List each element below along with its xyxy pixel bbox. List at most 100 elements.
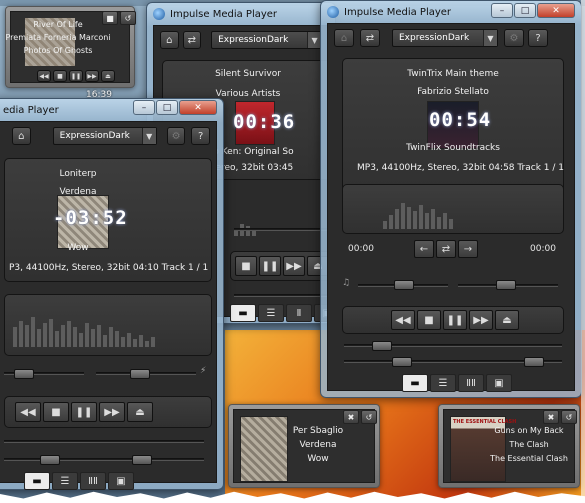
volume-knob[interactable] [496,280,516,290]
player-window-left[interactable]: edia Player – □ ✕ ⌂ ExpressionDark ▼ ⚙ ?… [0,98,224,490]
pause-button[interactable]: ❚❚ [443,310,467,330]
seek-track[interactable] [4,440,204,443]
stop-button[interactable]: ■ [235,256,257,276]
minimize-button[interactable]: – [133,100,155,115]
view-equalizer-button[interactable]: ⅡⅡ [80,472,106,490]
help-icon[interactable]: ? [528,29,548,47]
mini-line-1: River Of Life [33,20,83,29]
skin-select-value: ExpressionDark [218,35,289,45]
settings-icon[interactable]: ⚙ [504,29,524,47]
skin-select[interactable]: ExpressionDark ▼ [392,29,498,47]
eject-button[interactable]: ⏏ [101,70,115,82]
pause-button[interactable]: ❚❚ [259,256,281,276]
home-icon[interactable]: ⌂ [334,29,354,47]
mini-stop-button[interactable]: ✖ [343,410,359,424]
settings-icon[interactable]: ⚙ [166,127,186,145]
note-icon: ♫ [342,278,351,288]
mini-restore-button[interactable]: ↺ [120,11,136,25]
prev-small-button[interactable]: ← [414,240,434,258]
now-playing-panel: TwinTrix Main theme Fabrizio Stellato 00… [342,58,564,198]
mini-restore-button[interactable]: ↺ [361,410,377,424]
chevron-down-icon: ▼ [307,32,322,48]
mini-restore-button[interactable]: ↺ [561,410,577,424]
mini-stop-button[interactable]: ■ [102,11,118,25]
mini-line-2: Verdena [299,440,337,450]
pause-button[interactable]: ❚❚ [69,70,83,82]
view-equalizer-button[interactable]: Ⅱ [286,304,312,322]
repeat-icon[interactable]: ⇄ [182,31,202,49]
skin-select[interactable]: ExpressionDark ▼ [211,31,323,49]
view-compact-button[interactable]: ▬ [24,472,50,490]
help-icon[interactable]: ? [191,127,211,145]
toolbar: ⌂ ⇄ ExpressionDark ▼ ⚙ ? [328,24,574,52]
balance-knob[interactable] [394,280,414,290]
chevron-down-icon: ▼ [141,128,156,144]
track-info: P3, 44100Hz, Stereo, 32bit 04:10 Track 1… [9,263,209,273]
player-window-right[interactable]: Impulse Media Player – □ ✕ ⌂ ⇄ Expressio… [320,0,582,398]
maximize-button[interactable]: □ [514,3,536,18]
track-album: TwinFlix Soundtracks [406,143,500,153]
next-button[interactable]: ▶▶ [99,402,125,422]
next-button[interactable]: ▶▶ [85,70,99,82]
track-album: Wow [67,243,89,253]
skin-select[interactable]: ExpressionDark ▼ [52,127,157,145]
window-controls: – □ ✕ [490,3,575,18]
position-track[interactable] [4,458,204,461]
close-button[interactable]: ✕ [179,100,217,115]
mini-transport: ◀◀ ■ ❚❚ ▶▶ ⏏ [37,70,115,82]
volume-knob[interactable] [130,369,150,379]
stop-button[interactable]: ■ [53,70,67,82]
mini-stop-button[interactable]: ✖ [543,410,559,424]
seek-knob[interactable] [372,341,392,351]
home-icon[interactable]: ⌂ [12,127,31,145]
position-knob-2[interactable] [524,357,544,367]
next-small-button[interactable]: → [458,240,478,258]
title-bar[interactable]: Impulse Media Player [147,3,335,25]
prev-button[interactable]: ◀◀ [391,310,415,330]
time-display: -03:52 [53,207,128,229]
view-playlist-button[interactable]: ☰ [258,304,284,322]
pause-button[interactable]: ❚❚ [71,402,97,422]
balance-knob[interactable] [14,369,34,379]
stop-button[interactable]: ■ [417,310,441,330]
view-playlist-button[interactable]: ☰ [430,374,456,392]
repeat-icon[interactable]: ⇄ [360,29,380,47]
mini-player-bottom-right[interactable]: THE ESSENTIAL CLASH Guns on My Back The … [438,404,580,488]
window-title: edia Player [3,104,59,116]
player-client: ⌂ ⇄ ExpressionDark ▼ ⚙ ? TwinTrix Main t… [327,23,575,392]
view-playlist-button[interactable]: ☰ [52,472,78,490]
view-browser-button[interactable]: ▣ [108,472,134,490]
remaining-time: 00:00 [530,244,556,254]
home-icon[interactable]: ⌂ [160,31,179,49]
spectrum-visualizer [13,311,155,347]
volume-track[interactable] [234,294,329,297]
toolbar: ⌂ ExpressionDark ▼ ⚙ ? [0,122,216,150]
position-knob[interactable] [40,455,60,465]
mini-player-bottom-middle[interactable]: Per Sbaglio Verdena Wow ✖ ↺ [228,404,380,488]
transport-panel: ■ ❚❚ ▶▶ ⏏ [230,251,334,281]
maximize-button[interactable]: □ [156,100,178,115]
screen-edge [581,0,585,503]
eject-button[interactable]: ⏏ [127,402,153,422]
view-compact-button[interactable]: ▬ [402,374,428,392]
seek-track[interactable] [234,228,329,231]
prev-button[interactable]: ◀◀ [37,70,51,82]
view-equalizer-button[interactable]: ⅡⅡ [458,374,484,392]
view-browser-button[interactable]: ▣ [486,374,512,392]
mini-player-topleft[interactable]: River Of Life Premiata Forneria Marconi … [5,6,136,88]
toolbar: ⌂ ⇄ ExpressionDark ▼ [154,26,328,54]
minimize-button[interactable]: – [491,3,513,18]
next-button[interactable]: ▶▶ [283,256,305,276]
position-knob-2[interactable] [132,455,152,465]
close-button[interactable]: ✕ [537,3,575,18]
next-button[interactable]: ▶▶ [469,310,493,330]
shuffle-button[interactable]: ⇄ [436,240,456,258]
stop-button[interactable]: ■ [43,402,69,422]
mini-line-3: Wow [307,454,329,464]
eject-button[interactable]: ⏏ [495,310,519,330]
prev-button[interactable]: ◀◀ [15,402,41,422]
window-title: Impulse Media Player [170,8,278,20]
position-knob[interactable] [392,357,412,367]
view-compact-button[interactable]: ▬ [230,304,256,322]
window-controls: – □ ✕ [132,100,217,115]
